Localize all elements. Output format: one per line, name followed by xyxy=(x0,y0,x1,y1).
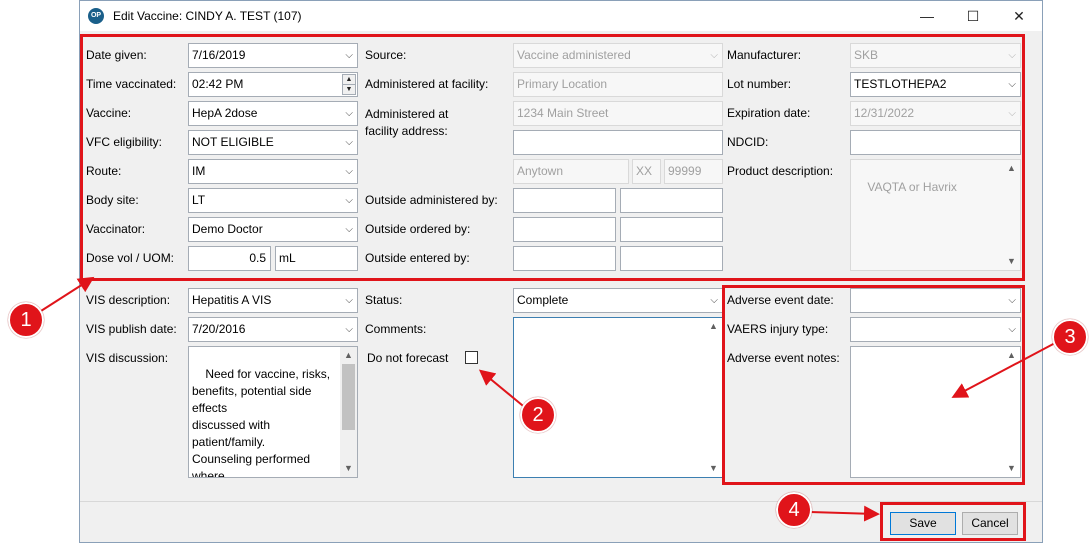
callout-badge-2: 2 xyxy=(520,397,556,433)
callout-badge-4: 4 xyxy=(776,492,812,528)
callout-badge-3: 3 xyxy=(1052,319,1088,355)
arrow-2 xyxy=(478,369,529,411)
arrow-3 xyxy=(951,341,1058,398)
callout-arrows xyxy=(29,276,1058,522)
callout-badge-1: 1 xyxy=(8,302,44,338)
arrow-4 xyxy=(809,505,880,522)
